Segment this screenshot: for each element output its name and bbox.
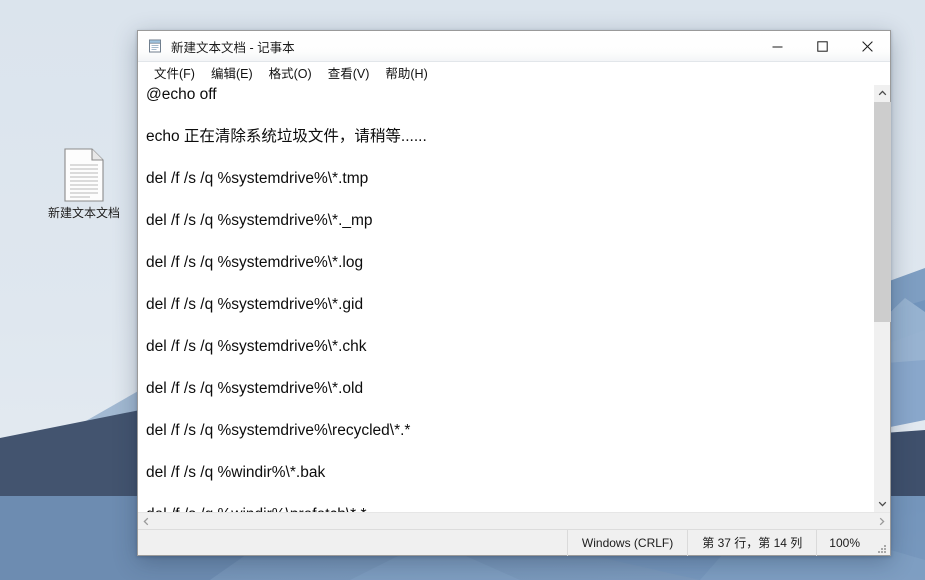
vertical-scrollbar-track[interactable] <box>873 102 891 495</box>
scroll-up-icon[interactable] <box>874 85 891 102</box>
scroll-down-icon[interactable] <box>874 495 891 512</box>
caption-buttons <box>755 31 890 62</box>
text-editor[interactable]: @echo off echo 正在清除系统垃圾文件，请稍等...... del … <box>138 85 873 512</box>
document-icon <box>62 148 106 202</box>
text-line: @echo off <box>146 86 217 103</box>
menu-item-format[interactable]: 格式(O) <box>261 61 320 85</box>
text-line: del /f /s /q %systemdrive%\*.chk <box>146 338 367 355</box>
text-line: del /f /s /q %windir%\prefetch\*.* <box>146 505 873 512</box>
scroll-right-icon[interactable] <box>873 513 890 530</box>
menu-bar: 文件(F) 编辑(E) 格式(O) 查看(V) 帮助(H) <box>138 62 890 84</box>
minimize-button[interactable] <box>755 31 800 62</box>
status-zoom[interactable]: 100% <box>816 529 872 556</box>
desktop-icon-text-document[interactable]: 新建文本文档 <box>44 148 124 221</box>
text-line: del /f /s /q %systemdrive%\*.gid <box>146 296 364 313</box>
menu-item-help[interactable]: 帮助(H) <box>377 61 435 85</box>
notepad-window[interactable]: 新建文本文档 - 记事本 文件(F) 编辑(E) 格式(O) 查看(V) 帮助(… <box>137 30 891 556</box>
window-title: 新建文本文档 - 记事本 <box>171 40 295 55</box>
desktop-icon-label: 新建文本文档 <box>47 206 120 220</box>
menu-item-view[interactable]: 查看(V) <box>320 61 378 85</box>
text-line: echo 正在清除系统垃圾文件，请稍等...... <box>146 128 427 145</box>
menu-item-file[interactable]: 文件(F) <box>146 61 203 85</box>
vertical-scrollbar[interactable] <box>873 85 891 512</box>
vertical-scrollbar-thumb[interactable] <box>873 102 891 322</box>
text-line: del /f /s /q %systemdrive%\recycled\*.* <box>146 422 411 439</box>
close-button[interactable] <box>845 31 890 62</box>
title-bar[interactable]: 新建文本文档 - 记事本 <box>138 31 890 62</box>
horizontal-scrollbar-track[interactable] <box>155 513 873 530</box>
status-line-ending[interactable]: Windows (CRLF) <box>566 529 687 556</box>
text-line: del /f /s /q %systemdrive%\*.log <box>146 254 364 271</box>
notepad-icon <box>147 38 163 54</box>
text-line: del /f /s /q %windir%\*.bak <box>146 464 326 481</box>
resize-grip[interactable] <box>874 541 888 555</box>
text-line: del /f /s /q %systemdrive%\*.old <box>146 380 364 397</box>
text-line: del /f /s /q %systemdrive%\*.tmp <box>146 170 369 187</box>
text-line: del /f /s /q %systemdrive%\*._mp <box>146 212 373 229</box>
scroll-left-icon[interactable] <box>138 513 155 530</box>
horizontal-scrollbar[interactable] <box>138 512 890 529</box>
desktop[interactable]: 新建文本文档 新建文本文档 - 记事本 文件(F) 编辑(E) 格式(O) 查看… <box>0 0 925 580</box>
editor-area[interactable]: @echo off echo 正在清除系统垃圾文件，请稍等...... del … <box>138 84 891 512</box>
menu-item-edit[interactable]: 编辑(E) <box>203 61 261 85</box>
status-cursor-position[interactable]: 第 37 行，第 14 列 <box>687 529 816 556</box>
status-bar: Windows (CRLF) 第 37 行，第 14 列 100% <box>138 529 890 556</box>
maximize-button[interactable] <box>800 31 845 62</box>
